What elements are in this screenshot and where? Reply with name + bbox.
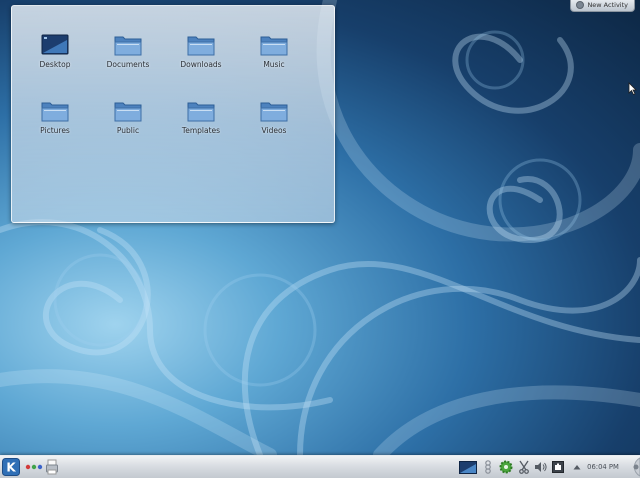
activity-pager[interactable] (24, 456, 44, 478)
icon-label: Music (263, 60, 285, 69)
expand-arrow-icon (573, 465, 581, 470)
folder-icon (114, 102, 142, 122)
desktop-folder-icon (41, 34, 69, 55)
downloads-folder[interactable]: Downloads (168, 34, 234, 94)
folder-icon (187, 36, 215, 56)
panel-toolbox-icon (633, 457, 640, 477)
icon-label: Downloads (180, 60, 222, 69)
show-desktop-button[interactable] (458, 456, 478, 478)
folder-icon (114, 36, 142, 56)
folder-icon (41, 102, 69, 122)
desktop-preview-icon (459, 460, 477, 474)
kde-kickoff-icon: K (2, 458, 20, 476)
printer-icon (46, 459, 58, 475)
tray-expand-button[interactable] (571, 456, 583, 478)
new-activity-button[interactable]: New Activity (570, 0, 635, 12)
folder-icon (260, 102, 288, 122)
network-button[interactable] (551, 456, 565, 478)
icon-label: Videos (261, 126, 287, 135)
folder-icon (260, 36, 288, 56)
application-launcher-button[interactable]: K (1, 456, 21, 478)
notifications-icon (485, 460, 491, 474)
icon-label: Documents (106, 60, 150, 69)
icon-label: Pictures (40, 126, 70, 135)
music-folder[interactable]: Music (241, 34, 307, 94)
updates-button[interactable] (498, 456, 514, 478)
mouse-cursor-icon (628, 82, 637, 95)
templates-folder[interactable]: Templates (168, 100, 234, 160)
network-icon (552, 461, 564, 473)
clock-time: 06:04 PM (587, 463, 619, 471)
clipboard-scissors-icon (519, 460, 529, 474)
icon-label: Public (116, 126, 140, 135)
folder-view-widget[interactable]: Desktop Documents Downloads Music Pictur… (11, 5, 335, 223)
icon-label: Templates (181, 126, 221, 135)
volume-icon (534, 462, 547, 472)
update-gear-icon (499, 460, 513, 474)
videos-folder[interactable]: Videos (241, 100, 307, 160)
panel-toolbox-button[interactable] (626, 456, 640, 478)
pictures-folder[interactable]: Pictures (22, 100, 88, 160)
clipboard-button[interactable] (517, 456, 531, 478)
icon-label: Desktop (39, 60, 71, 69)
digital-clock[interactable]: 06:04 PM (586, 456, 620, 478)
documents-folder[interactable]: Documents (95, 34, 161, 94)
svg-text:K: K (6, 461, 16, 475)
folder-icon (187, 102, 215, 122)
activity-icon (576, 1, 585, 9)
notifications-button[interactable] (482, 456, 494, 478)
task-manager-item[interactable] (45, 456, 59, 478)
public-folder[interactable]: Public (95, 100, 161, 160)
desktop-folder[interactable]: Desktop (22, 34, 88, 94)
new-activity-label: New Activity (587, 1, 628, 9)
taskbar-panel: K 06:04 PM (0, 455, 640, 478)
activity-pager-icon (25, 464, 43, 470)
volume-button[interactable] (533, 456, 547, 478)
